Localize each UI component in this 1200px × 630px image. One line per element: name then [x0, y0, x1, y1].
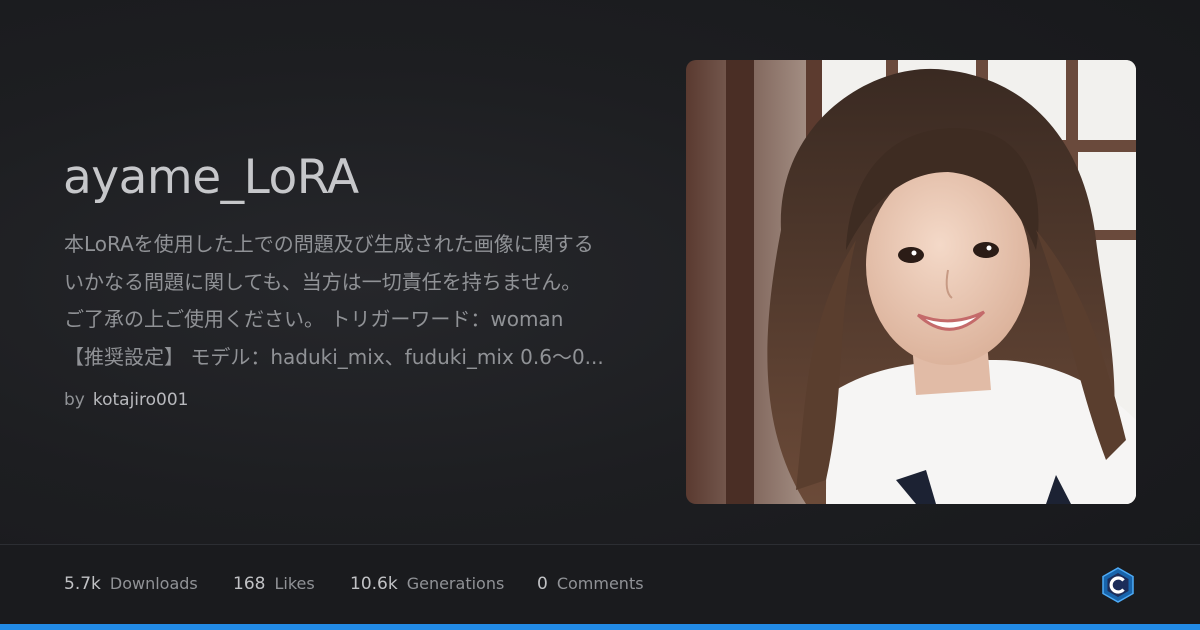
- civitai-logo-icon[interactable]: [1101, 567, 1135, 603]
- stat-value: 10.6k: [350, 574, 398, 594]
- stat-value: 5.7k: [64, 574, 101, 594]
- stat-value: 0: [537, 574, 548, 594]
- accent-bar: [0, 624, 1200, 630]
- preview-image[interactable]: [686, 60, 1136, 504]
- author-byline: by kotajiro001: [64, 390, 189, 410]
- stat-label: Generations: [406, 574, 505, 593]
- description-line: ご了承の上ご使用ください。 トリガーワード：woman: [64, 307, 564, 331]
- author-prefix: by: [64, 390, 85, 410]
- model-description: 本LoRAを使用した上での問題及び生成された画像に関する いかなる問題に関しても…: [64, 226, 654, 376]
- stat-comments: 0 Comments: [537, 574, 644, 594]
- stat-value: 168: [233, 574, 266, 594]
- stat-label: Likes: [274, 574, 315, 593]
- portrait-photo: [686, 60, 1136, 504]
- og-card: ayame_LoRA 本LoRAを使用した上での問題及び生成された画像に関する …: [0, 0, 1200, 630]
- stat-likes: 168 Likes: [233, 574, 315, 594]
- stat-label: Downloads: [109, 574, 198, 593]
- stat-downloads: 5.7k Downloads: [64, 574, 198, 594]
- description-line: いかなる問題に関しても、当方は一切責任を持ちません。: [64, 269, 582, 294]
- description-line: 【推奨設定】 モデル：haduki_mix、fuduki_mix 0.6～0..…: [64, 344, 604, 369]
- author-name[interactable]: kotajiro001: [93, 390, 189, 410]
- model-title[interactable]: ayame_LoRA: [63, 150, 359, 205]
- description-line: 本LoRAを使用した上での問題及び生成された画像に関する: [64, 232, 594, 256]
- stat-generations: 10.6k Generations: [350, 574, 504, 594]
- stats-footer: 5.7k Downloads 168 Likes 10.6k Generations …: [0, 545, 1200, 624]
- stat-label: Comments: [556, 574, 644, 593]
